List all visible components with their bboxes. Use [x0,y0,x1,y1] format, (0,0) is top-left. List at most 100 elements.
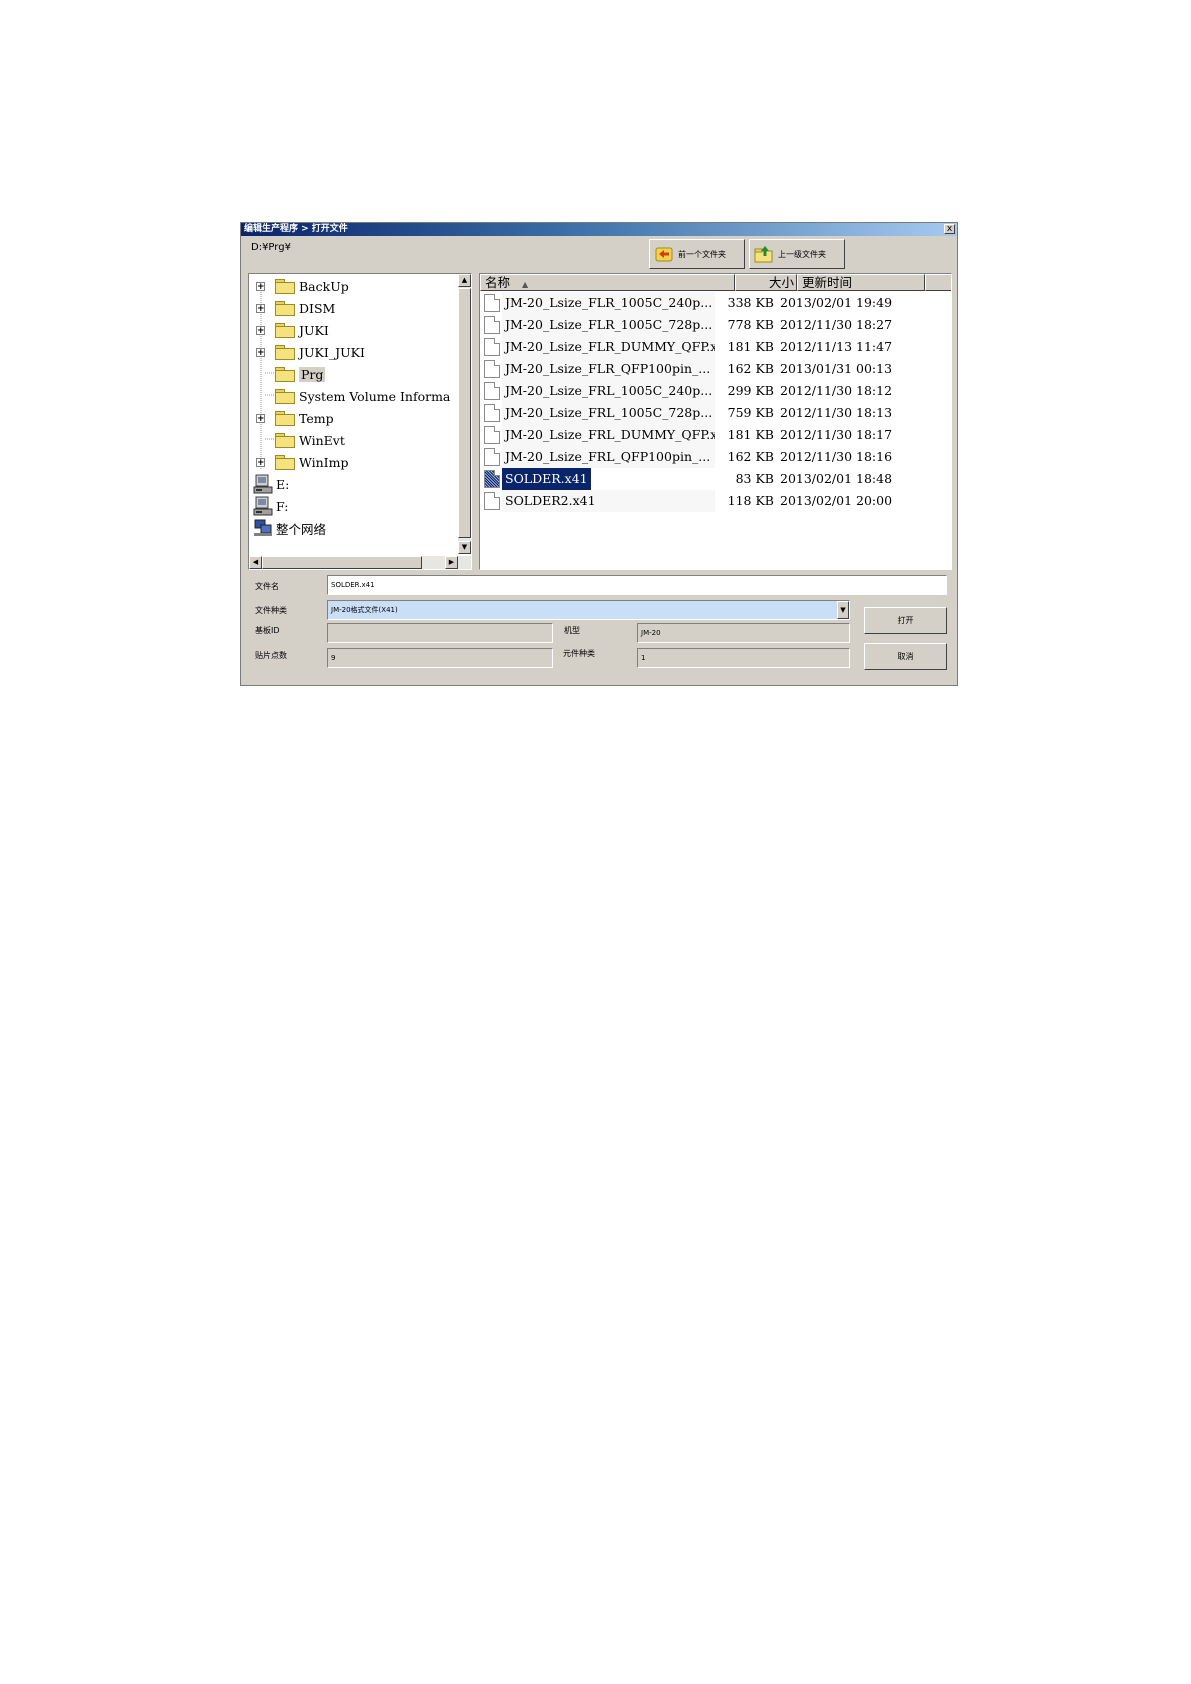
file-size: 118 KB [727,493,774,508]
file-modified: 2013/02/01 18:48 [780,471,893,486]
scroll-down-button[interactable]: ▼ [458,541,471,554]
tree-item-label: Temp [299,410,334,426]
file-row-selected[interactable]: SOLDER.x41 83 KB 2013/02/01 18:48 [480,468,950,490]
file-modified: 2012/11/30 18:17 [780,427,893,442]
column-size-label: 大小 [768,275,794,290]
up-folder-button[interactable]: 上一级文件夹 [749,239,845,269]
file-list[interactable]: 名称 ▲ 大小 更新时间 JM-20_Lsize_FLR_1005C_240p.… [479,273,952,570]
file-size: 162 KB [727,449,774,464]
column-modified-label: 更新时间 [802,275,853,290]
tree-item-backup[interactable]: + BackUp [249,275,459,297]
column-header-modified[interactable]: 更新时间 [797,274,925,291]
folder-icon [275,454,295,470]
close-button[interactable]: x [944,224,955,234]
file-row[interactable]: JM-20_Lsize_FLR_QFP100pin_... 162 KB 201… [480,358,950,380]
tree-item-system-volume[interactable]: System Volume Informa [249,385,459,407]
part-types-label: 元件种类 [563,649,595,658]
scroll-up-button[interactable]: ▲ [458,274,471,287]
current-path: D:¥Prg¥ [251,242,291,253]
scroll-thumb[interactable] [262,556,422,569]
folder-tree[interactable]: + BackUp + DISM + JUKI + JUKI_JUKI Prg S… [248,273,472,570]
file-row[interactable]: JM-20_Lsize_FRL_1005C_240p... 299 KB 201… [480,380,950,402]
board-id-field [327,623,553,643]
file-name: JM-20_Lsize_FLR_QFP100pin_... [502,358,715,380]
file-name: SOLDER2.x41 [502,490,715,512]
prev-folder-label: 前一个文件夹 [678,249,726,259]
expand-icon[interactable]: + [256,281,265,291]
window-title: 编辑生产程序 > 打开文件 [244,224,348,234]
file-size: 299 KB [727,383,774,398]
file-name: JM-20_Lsize_FLR_1005C_728p... [502,314,715,336]
file-size: 162 KB [727,361,774,376]
tree-item-juki-juki[interactable]: + JUKI_JUKI [249,341,459,363]
tree-item-juki[interactable]: + JUKI [249,319,459,341]
file-modified: 2012/11/30 18:16 [780,449,893,464]
model-label: 机型 [564,626,580,635]
file-icon [484,316,500,334]
tree-item-label: BackUp [299,278,349,294]
file-row[interactable]: JM-20_Lsize_FRL_1005C_728p... 759 KB 201… [480,402,950,424]
placement-points-field: 9 [327,648,553,668]
cancel-button[interactable]: 取消 [864,643,947,670]
filename-input[interactable]: SOLDER.x41 [327,575,947,595]
title-bar[interactable]: 编辑生产程序 > 打开文件 x [241,223,957,236]
expand-icon[interactable]: + [256,413,265,423]
tree-item-network[interactable]: 整个网络 [249,517,459,539]
scroll-thumb[interactable] [458,288,471,538]
up-folder-icon [754,245,774,263]
file-icon [484,426,500,444]
tree-horizontal-scrollbar[interactable]: ◀ ▶ [249,556,471,569]
folder-icon [275,344,295,360]
file-row[interactable]: SOLDER2.x41 118 KB 2013/02/01 20:00 [480,490,950,512]
file-row[interactable]: JM-20_Lsize_FLR_1005C_240p... 338 KB 201… [480,292,950,314]
column-header-size[interactable]: 大小 [735,274,797,291]
tree-item-winevt[interactable]: WinEvt [249,429,459,451]
tree-item-winimp[interactable]: + WinImp [249,451,459,473]
expand-icon[interactable]: + [256,325,265,335]
tree-item-drive-e[interactable]: E: [249,473,459,495]
expand-icon[interactable]: + [256,303,265,313]
chevron-down-icon[interactable]: ▼ [837,601,849,619]
file-icon [484,360,500,378]
file-row[interactable]: JM-20_Lsize_FRL_QFP100pin_... 162 KB 201… [480,446,950,468]
tree-item-temp[interactable]: + Temp [249,407,459,429]
file-name: JM-20_Lsize_FRL_1005C_240p... [502,380,715,402]
model-field: JM-20 [637,623,850,643]
file-row[interactable]: JM-20_Lsize_FLR_1005C_728p... 778 KB 201… [480,314,950,336]
tree-item-prg[interactable]: Prg [249,363,459,385]
tree-item-dism[interactable]: + DISM [249,297,459,319]
file-icon [484,448,500,466]
tree-item-drive-f[interactable]: F: [249,495,459,517]
prev-folder-button[interactable]: 前一个文件夹 [649,239,745,269]
folder-icon [275,388,295,404]
tree-item-label: JUKI [299,322,329,338]
file-name: JM-20_Lsize_FRL_QFP100pin_... [502,446,715,468]
up-folder-label: 上一级文件夹 [778,249,826,259]
file-size: 181 KB [727,427,774,442]
file-icon [484,338,500,356]
tree-item-label: WinEvt [299,432,345,448]
file-modified: 2013/01/31 00:13 [780,361,893,376]
column-header-name[interactable]: 名称 ▲ [480,274,735,291]
file-name: JM-20_Lsize_FRL_DUMMY_QFP.x41 [502,424,715,446]
folder-icon [275,300,295,316]
tree-item-label: JUKI_JUKI [299,344,365,360]
expand-icon[interactable]: + [256,347,265,357]
folder-icon [275,322,295,338]
tree-vertical-scrollbar[interactable]: ▲ ▼ [458,274,471,554]
folder-icon [275,410,295,426]
tree-item-label: WinImp [299,454,349,470]
file-row[interactable]: JM-20_Lsize_FRL_DUMMY_QFP.x41 181 KB 201… [480,424,950,446]
expand-icon[interactable]: + [256,457,265,467]
tree-item-label: 整个网络 [276,521,327,537]
tree-item-label: Prg [299,366,326,382]
scroll-left-button[interactable]: ◀ [249,556,262,569]
open-folder-icon [275,366,295,382]
file-row[interactable]: JM-20_Lsize_FLR_DUMMY_QFP.x41 181 KB 201… [480,336,950,358]
board-id-label: 基板ID [255,626,280,635]
tree-item-label: DISM [299,300,336,316]
filetype-value: JM-20格式文件(X41) [331,606,398,614]
filetype-select[interactable]: JM-20格式文件(X41) ▼ [327,600,850,620]
scroll-right-button[interactable]: ▶ [445,556,458,569]
open-button[interactable]: 打开 [864,607,947,634]
